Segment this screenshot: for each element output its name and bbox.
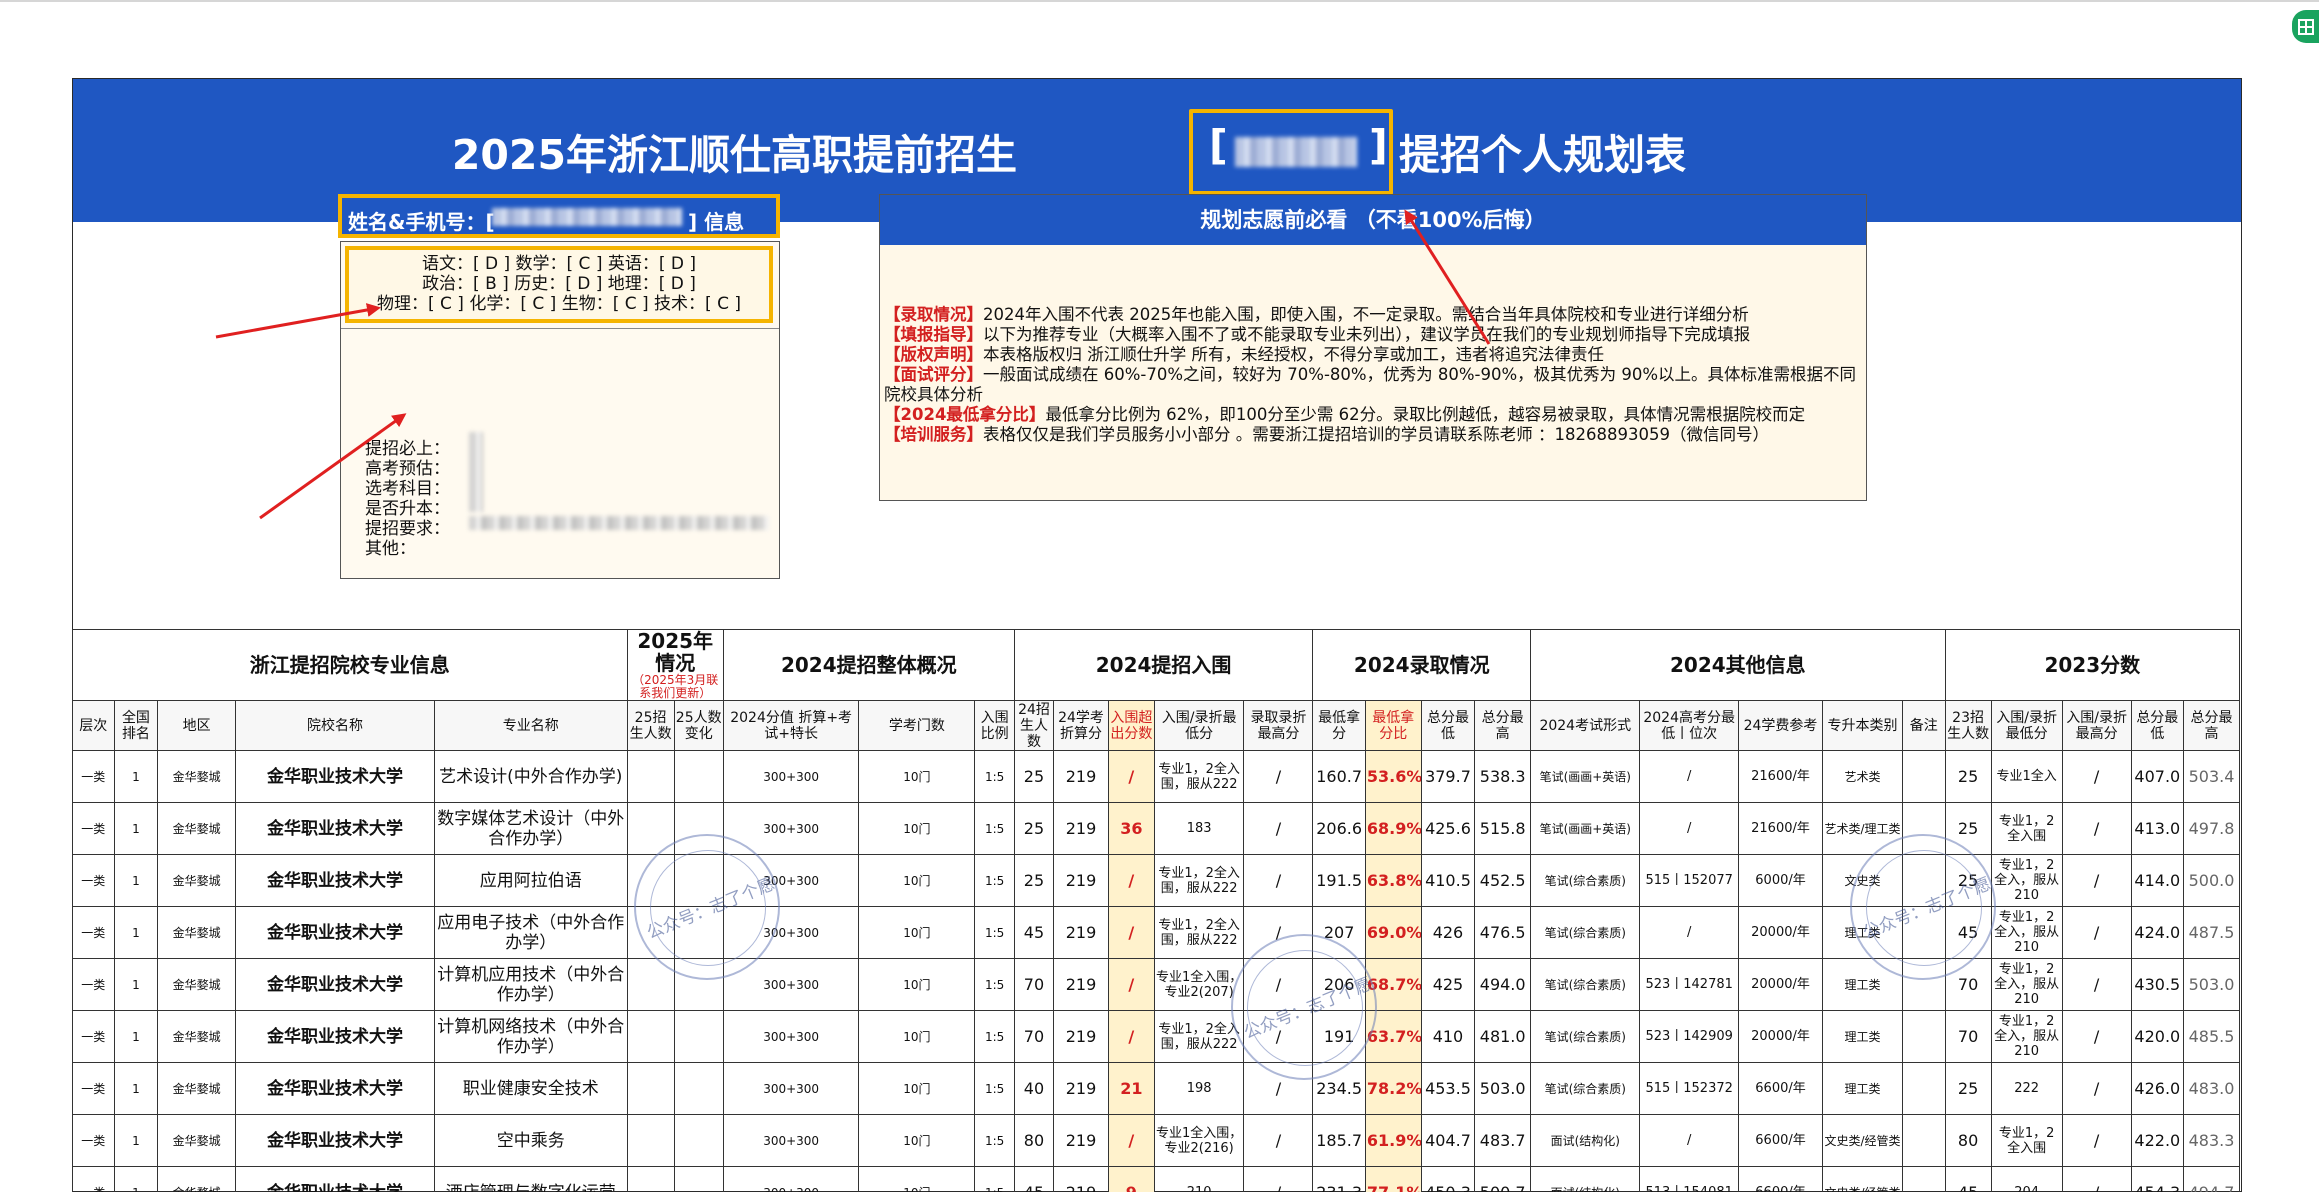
watermark-stamp: 公众号：志了个愿 [634, 834, 780, 980]
subject-line-1: 语文：[ D ] 数学：[ C ] 英语：[ D ] [421, 254, 697, 274]
title-bracket-close: ] [1369, 121, 1388, 169]
notice-body: 【录取情况】2024年入围不代表 2025年也能入围，即使入围，不一定录取。需结… [884, 305, 1864, 445]
notice-title: 规划志愿前必看 （不看100%后悔） [880, 195, 1866, 245]
subject-line-2: 政治：[ B ] 历史：[ D ] 地理：[ D ] [422, 274, 696, 294]
redacted-name [1235, 137, 1357, 167]
notice-item: 【2024最低拿分比】最低拿分比例为 62%，即100分至少需 62分。录取比例… [884, 405, 1806, 424]
name-phone-bar: 姓名&手机号：[ ] 信息 [338, 194, 780, 238]
sheets-addon-icon[interactable] [2292, 10, 2319, 43]
screenshot-page: { "banner":{ "title_left":"2025年浙江顺仕高职提前… [0, 0, 2319, 1192]
student-info-panel: 语文：[ D ] 数学：[ C ] 英语：[ D ] 政治：[ B ] 历史：[… [340, 241, 780, 579]
subject-grades: 语文：[ D ] 数学：[ C ] 英语：[ D ] 政治：[ B ] 历史：[… [345, 246, 773, 323]
redacted-info [469, 432, 483, 512]
page-title-right: 提招个人规划表 [1399, 131, 1686, 179]
name-phone-label: 姓名&手机号：[ [348, 210, 495, 234]
redacted-requirements [469, 516, 769, 530]
watermark-stamp: 公众号：志了个愿 [1850, 834, 1996, 980]
notice-item: 【填报指导】以下为推荐专业（大概率入围不了或不能录取专业未列出），建议学员在我们… [884, 325, 1751, 344]
page-title-left: 2025年浙江顺仕高职提前招生 [451, 131, 1017, 179]
notice-item: 【培训服务】表格仅仅是我们学员服务小小部分 。需要浙江提招培训的学员请联系陈老师… [884, 425, 1769, 444]
notice-item: 【录取情况】2024年入围不代表 2025年也能入围，即使入围，不一定录取。需结… [884, 305, 1749, 324]
top-divider [0, 0, 2319, 2]
watermark-stamp: 公众号：志了个愿 [1231, 934, 1377, 1080]
subject-line-3: 物理：[ C ] 化学：[ C ] 生物：[ C ] 技术：[ C ] [377, 294, 741, 314]
name-phone-suffix: ] 信息 [688, 210, 745, 234]
notice-item: 院校具体分析 [884, 385, 983, 404]
notice-item: 【面试评分】一般面试成绩在 60%-70%之间，较好为 70%-80%，优秀为 … [884, 365, 1857, 384]
notice-item: 【版权声明】本表格版权归 浙江顺仕升学 所有，未经授权，不得分享或加工，违者将追… [884, 345, 1604, 364]
label-other: 其他： [365, 539, 416, 559]
panel-divider [341, 328, 779, 329]
student-name-highlight: [ ] [1189, 109, 1393, 195]
title-bracket-open: [ [1209, 121, 1228, 169]
notice-panel: 规划志愿前必看 （不看100%后悔） 【录取情况】2024年入围不代表 2025… [879, 194, 1867, 501]
redacted-phone [492, 208, 682, 226]
